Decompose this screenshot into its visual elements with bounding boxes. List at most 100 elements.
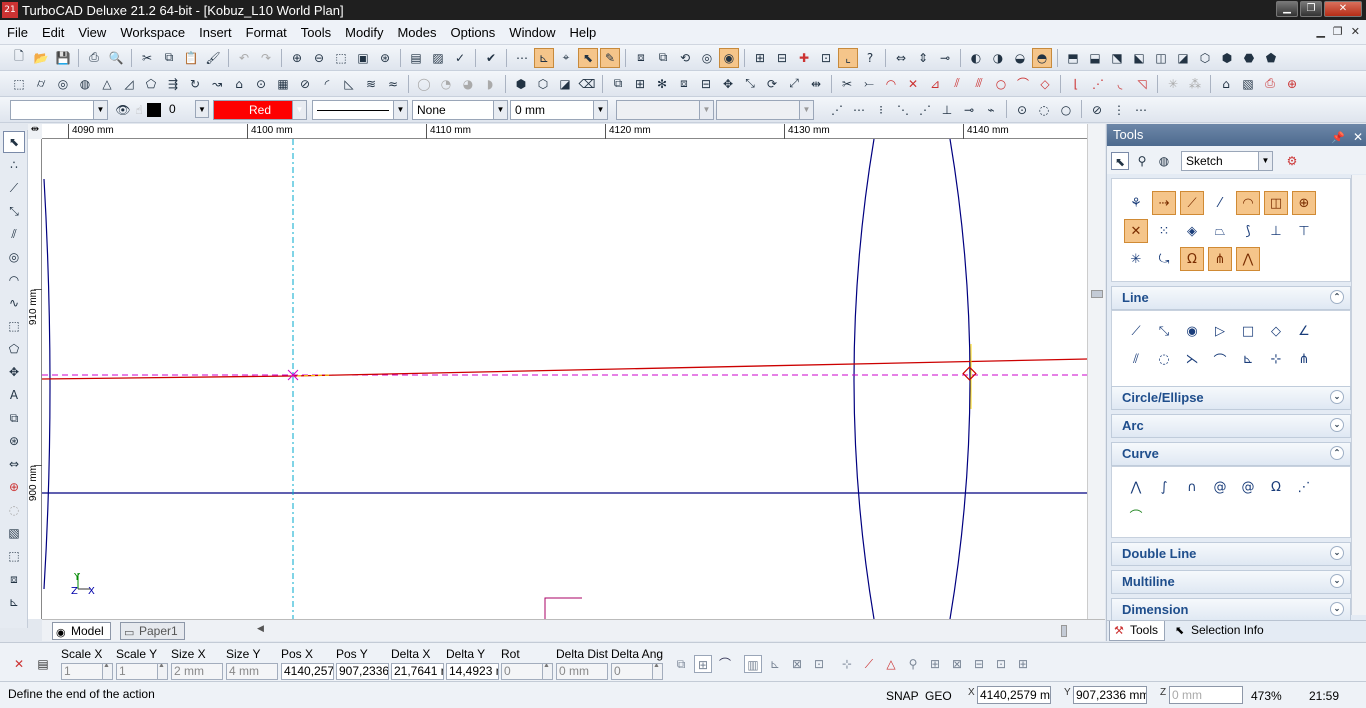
pen-color-swatch[interactable] [147, 103, 161, 117]
menu-window[interactable]: Window [502, 25, 562, 40]
pattern-select[interactable]: None ▼ [412, 100, 508, 120]
section-double-line[interactable]: Double Line ⌄ [1111, 542, 1351, 566]
menu-file[interactable]: File [0, 25, 35, 40]
surface-icon[interactable]: ◌ [3, 499, 25, 521]
symbol-icon[interactable]: ⊛ [3, 430, 25, 452]
revolve-icon[interactable]: ↻ [185, 74, 205, 94]
face-icon[interactable]: ◪ [555, 74, 575, 94]
prism-icon[interactable]: ⬠ [141, 74, 161, 94]
tab-selection-info[interactable]: ⬉ Selection Info [1171, 621, 1270, 641]
snap-middle-icon[interactable]: ⋯ [849, 100, 869, 120]
layer-icon[interactable]: ▤ [406, 48, 426, 68]
modify-left-icon[interactable]: ⊕ [3, 476, 25, 498]
extrude-icon[interactable]: ⇶ [163, 74, 183, 94]
delta-y-input[interactable]: 14,4923 n [446, 663, 499, 680]
bar-tool-icon-6[interactable]: ⊠ [788, 655, 806, 673]
grid-array-icon[interactable]: ⊟ [696, 74, 716, 94]
pen-width-select[interactable]: 0 ▼ [165, 100, 209, 120]
angle-tool-icon[interactable]: ⟋ [1180, 191, 1204, 215]
snap-relative-icon[interactable]: ⋮ [1109, 100, 1129, 120]
snap-distance-icon[interactable]: ⋯ [1131, 100, 1151, 120]
thickness-select[interactable]: 0 mm ▼ [510, 100, 608, 120]
font-size-select[interactable]: ▼ [716, 100, 814, 120]
dimension-icon[interactable]: ⇔ [891, 48, 911, 68]
tab-tools[interactable]: ⚒ Tools [1109, 621, 1166, 641]
target-icon[interactable]: ⊕ [1282, 74, 1302, 94]
horizontal-scrollbar[interactable]: ◀▶ [257, 624, 1123, 638]
layers-palette-icon[interactable]: ⊞ [750, 48, 770, 68]
trapezoid-icon[interactable]: ⏢ [1208, 219, 1232, 243]
slash-icon[interactable]: ⁄ [1208, 191, 1232, 215]
stretch-icon[interactable]: ⤡ [740, 74, 760, 94]
omega-tool-icon[interactable]: Ω [1180, 247, 1204, 271]
zoom-all-icon[interactable]: ⊛ [375, 48, 395, 68]
measure-icon[interactable]: ⊸ [935, 48, 955, 68]
align-icon[interactable]: ⇕ [913, 48, 933, 68]
rot-input[interactable]: 0▲▼ [501, 663, 553, 680]
text-icon[interactable]: A [3, 384, 25, 406]
view-iso2-icon[interactable]: ⬢ [1217, 48, 1237, 68]
split-icon[interactable]: ✕ [903, 74, 923, 94]
menu-workspace[interactable]: Workspace [113, 25, 192, 40]
rotate-icon[interactable]: ⟳ [762, 74, 782, 94]
view-iso-icon[interactable]: ⬡ [1195, 48, 1215, 68]
design-director-icon[interactable]: ⊟ [772, 48, 792, 68]
fork-line-icon[interactable]: ⋔ [1292, 347, 1316, 371]
bar-tool-icon-4[interactable]: ▥ [744, 655, 762, 673]
circle-point-icon[interactable]: ◉ [1180, 319, 1204, 343]
polyline-icon[interactable]: ⤡ [3, 200, 25, 222]
curve-edit-icon[interactable]: ⌒ [1013, 74, 1033, 94]
copy-array-icon[interactable]: ⧉ [608, 74, 628, 94]
snap-arc-icon[interactable]: ◌ [1034, 100, 1054, 120]
tab-model[interactable]: ◉ Model [52, 622, 111, 640]
camera-icon[interactable]: ◎ [697, 48, 717, 68]
workplane-icon[interactable]: ⧉ [653, 48, 673, 68]
torus-icon[interactable]: ◍ [75, 74, 95, 94]
snap-grid-icon[interactable]: ⊙ [1012, 100, 1032, 120]
snap-circle-icon[interactable]: ○ [1056, 100, 1076, 120]
zoom-extents-icon[interactable]: ▣ [353, 48, 373, 68]
menu-edit[interactable]: Edit [35, 25, 71, 40]
edit-tool-icon[interactable]: ✎ [600, 47, 620, 68]
fillet2d-icon[interactable]: ◟ [1110, 74, 1130, 94]
redo-icon[interactable]: ↷ [256, 48, 276, 68]
meet-icon[interactable]: ⫻ [969, 74, 989, 94]
view-back-icon[interactable]: ◫ [1151, 48, 1171, 68]
cut-icon[interactable]: ✂ [137, 48, 157, 68]
snap-none-icon[interactable]: ⊘ [1087, 100, 1107, 120]
hidden-line-icon[interactable]: ◒ [1010, 48, 1030, 68]
boolean-add-icon[interactable]: ◯ [414, 74, 434, 94]
view-front-icon[interactable]: ⬓ [1085, 48, 1105, 68]
arrow-line-icon[interactable]: ⇢ [1152, 191, 1176, 215]
bar-tool-icon-3[interactable]: ⌒ [716, 655, 734, 673]
spell-check-icon[interactable]: ✔ [481, 48, 501, 68]
bar-tool-icon-12[interactable]: ⊞ [926, 655, 944, 673]
menu-format[interactable]: Format [239, 25, 294, 40]
view-iso3-icon[interactable]: ⬣ [1239, 48, 1259, 68]
snap-perpendicular-icon[interactable]: ⊥ [937, 100, 957, 120]
viewport-icon[interactable]: ⬚ [3, 545, 25, 567]
cone-icon[interactable]: △ [97, 74, 117, 94]
branch-tool-icon[interactable]: ⋔ [1208, 247, 1232, 271]
chamfer-icon[interactable]: ◺ [339, 74, 359, 94]
hatch-left-icon[interactable]: ▧ [3, 522, 25, 544]
print-preview-icon[interactable]: 🔍 [106, 48, 126, 68]
z-coordinate-field[interactable]: 0 mm [1169, 686, 1243, 704]
view-left-icon[interactable]: ⬕ [1129, 48, 1149, 68]
point-icon[interactable]: ∴ [3, 154, 25, 176]
mirror-icon[interactable]: ⧈ [674, 74, 694, 94]
bar-tool-icon-2[interactable]: ⊞ [694, 655, 712, 673]
curve-tool-icon[interactable]: ⟆ [1236, 219, 1260, 243]
move-cross-icon[interactable]: ✥ [3, 361, 25, 383]
arch-curve-icon[interactable]: ∩ [1180, 475, 1204, 499]
bar-tool-icon-16[interactable]: ⊞ [1014, 655, 1032, 673]
arc-tool-icon[interactable]: ◠ [1236, 191, 1260, 215]
part-tree-icon[interactable]: ⬡ [533, 74, 553, 94]
image-icon[interactable]: ▨ [428, 48, 448, 68]
dots-grid-icon[interactable]: ⁙ [1152, 219, 1176, 243]
color-select[interactable]: Red ▼ [213, 100, 307, 120]
curve-icon[interactable]: ∿ [3, 292, 25, 314]
offset-icon[interactable]: ⫽ [947, 74, 967, 94]
rectangle-icon[interactable]: □ [1236, 319, 1260, 343]
bar-tool-icon-13[interactable]: ⊠ [948, 655, 966, 673]
